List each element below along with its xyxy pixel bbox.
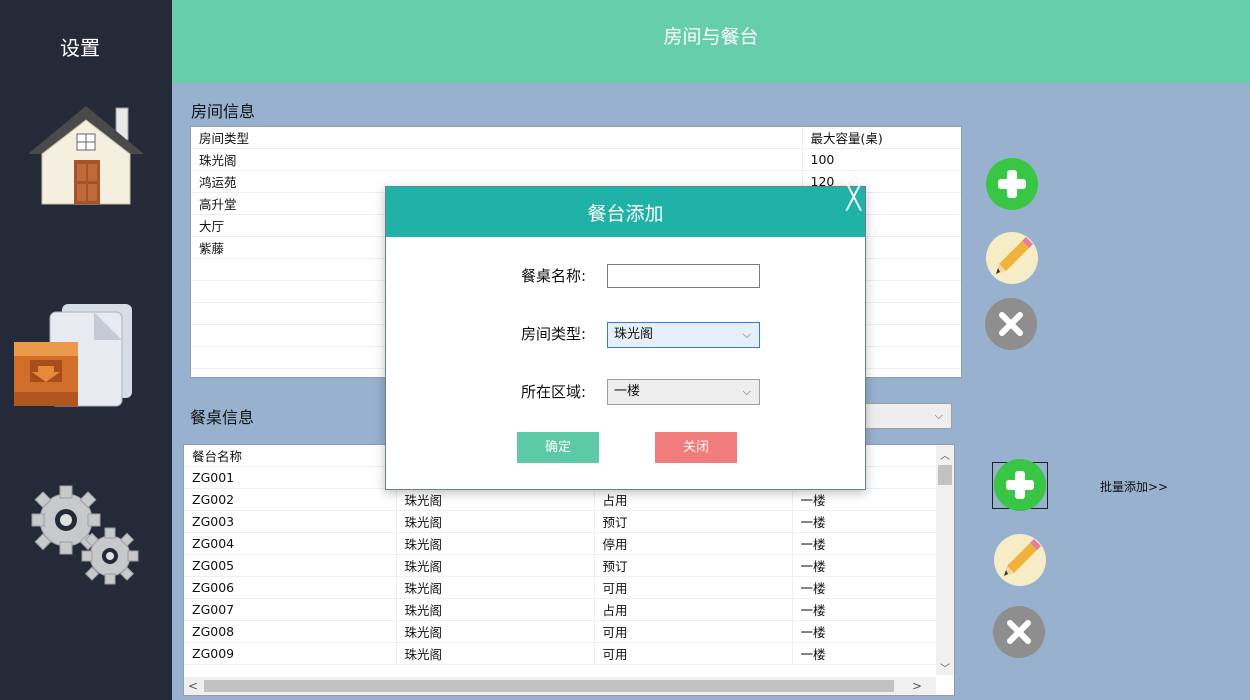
- status-cell[interactable]: 占用: [593, 488, 792, 511]
- edit-table-button[interactable]: [994, 534, 1046, 586]
- status-cell[interactable]: 预订: [593, 510, 792, 533]
- room-section-label: 房间信息: [191, 102, 256, 121]
- table-name-input[interactable]: [607, 264, 760, 288]
- close-button[interactable]: 关闭: [655, 432, 737, 463]
- room-cell[interactable]: 珠光阁: [395, 620, 594, 643]
- status-cell[interactable]: 可用: [593, 642, 792, 665]
- table-row[interactable]: ZG006 珠光阁 可用 一楼: [184, 576, 936, 599]
- table-name-cell[interactable]: ZG002: [184, 488, 396, 511]
- room-cell[interactable]: 珠光阁: [395, 510, 594, 533]
- room-cell[interactable]: 珠光阁: [395, 554, 594, 577]
- area-value: 一楼: [614, 384, 641, 399]
- add-table-button-frame[interactable]: [992, 459, 1048, 511]
- pencil-icon: [1004, 539, 1041, 576]
- confirm-button[interactable]: 确定: [517, 432, 599, 463]
- column-header[interactable]: 房间类型: [191, 127, 802, 149]
- vertical-scrollbar[interactable]: ︿ ﹀: [936, 445, 954, 675]
- table-row[interactable]: ZG003 珠光阁 预订 一楼: [184, 510, 936, 533]
- scroll-thumb[interactable]: [204, 680, 894, 692]
- status-cell[interactable]: 占用: [593, 598, 792, 621]
- room-cell[interactable]: 珠光阁: [395, 488, 594, 511]
- close-icon: [1007, 620, 1031, 644]
- room-cell[interactable]: 珠光阁: [395, 642, 594, 665]
- delete-table-button[interactable]: [993, 606, 1045, 658]
- column-header[interactable]: 最大容量(桌): [801, 127, 961, 149]
- area-cell[interactable]: 一楼: [791, 532, 936, 555]
- scroll-left-icon[interactable]: <: [188, 677, 198, 695]
- status-cell[interactable]: 预订: [593, 554, 792, 577]
- table-name-cell[interactable]: ZG004: [184, 532, 396, 555]
- area-label: 所在区域:: [520, 383, 586, 401]
- area-cell[interactable]: 一楼: [791, 510, 936, 533]
- capacity-cell[interactable]: 100: [801, 148, 961, 171]
- table-name-cell[interactable]: ZG007: [184, 598, 396, 621]
- room-cell[interactable]: 珠光阁: [395, 598, 594, 621]
- dialog-close-icon[interactable]: ╳: [847, 183, 861, 211]
- gears-icon[interactable]: [22, 484, 146, 588]
- table-row[interactable]: 珠光阁 100: [191, 148, 961, 171]
- edit-room-button[interactable]: [986, 232, 1038, 284]
- chevron-down-icon: ⌵: [742, 328, 751, 341]
- room-type-value: 珠光阁: [614, 327, 654, 342]
- table-section-label: 餐桌信息: [190, 408, 255, 427]
- scroll-thumb[interactable]: [938, 465, 952, 485]
- table-name-cell[interactable]: ZG005: [184, 554, 396, 577]
- horizontal-scrollbar[interactable]: < >: [184, 677, 936, 695]
- pencil-icon: [996, 237, 1033, 274]
- delete-room-button[interactable]: [985, 298, 1037, 350]
- table-name-cell[interactable]: ZG003: [184, 510, 396, 533]
- close-icon: [999, 312, 1023, 336]
- add-table-dialog: 餐台添加 ╳ 餐桌名称: 房间类型: 珠光阁 ⌵ 所在区域: 一楼 ⌵ 确定 关…: [385, 183, 866, 490]
- header-bar: 房间与餐台: [172, 0, 1250, 83]
- table-name-cell[interactable]: ZG009: [184, 642, 396, 665]
- scroll-right-icon[interactable]: >: [912, 677, 922, 695]
- page-title: 房间与餐台: [663, 26, 759, 48]
- column-header[interactable]: 餐台名称: [184, 445, 396, 467]
- table-row[interactable]: ZG005 珠光阁 预订 一楼: [184, 554, 936, 577]
- area-cell[interactable]: 一楼: [791, 488, 936, 511]
- add-room-button[interactable]: [986, 158, 1038, 210]
- sidebar-title: 设置: [60, 36, 100, 60]
- scroll-down-icon[interactable]: ﹀: [936, 660, 954, 675]
- table-name-cell[interactable]: ZG008: [184, 620, 396, 643]
- house-icon[interactable]: [26, 104, 146, 206]
- table-row[interactable]: ZG007 珠光阁 占用 一楼: [184, 598, 936, 621]
- batch-add-link[interactable]: 批量添加>>: [1100, 478, 1168, 495]
- filter-select[interactable]: ⌵: [862, 403, 952, 429]
- area-cell[interactable]: 一楼: [791, 620, 936, 643]
- area-select[interactable]: 一楼 ⌵: [607, 379, 760, 405]
- chevron-down-icon: ⌵: [742, 385, 751, 398]
- area-cell[interactable]: 一楼: [791, 576, 936, 599]
- area-cell[interactable]: 一楼: [791, 642, 936, 665]
- status-cell[interactable]: 停用: [593, 532, 792, 555]
- scroll-up-icon[interactable]: ︿: [936, 447, 954, 462]
- table-row[interactable]: ZG008 珠光阁 可用 一楼: [184, 620, 936, 643]
- room-type-label: 房间类型:: [520, 325, 586, 343]
- area-cell[interactable]: 一楼: [791, 554, 936, 577]
- room-type-cell[interactable]: 珠光阁: [191, 148, 802, 171]
- dialog-header: 餐台添加 ╳: [386, 183, 865, 237]
- add-table-button[interactable]: [994, 459, 1046, 511]
- table-name-cell[interactable]: ZG001: [184, 466, 396, 489]
- sidebar: 设置: [0, 0, 172, 700]
- room-type-select[interactable]: 珠光阁 ⌵: [607, 322, 760, 348]
- status-cell[interactable]: 可用: [593, 576, 792, 599]
- table-header-row: 房间类型 最大容量(桌): [191, 127, 961, 149]
- dialog-title: 餐台添加: [587, 203, 664, 225]
- table-name-label: 餐桌名称:: [520, 267, 586, 285]
- room-cell[interactable]: 珠光阁: [395, 532, 594, 555]
- table-row[interactable]: ZG002 珠光阁 占用 一楼: [184, 488, 936, 511]
- chevron-down-icon: ⌵: [934, 409, 943, 422]
- table-name-cell[interactable]: ZG006: [184, 576, 396, 599]
- archive-icon[interactable]: [12, 302, 136, 410]
- table-row[interactable]: ZG009 珠光阁 可用 一楼: [184, 642, 936, 665]
- status-cell[interactable]: 可用: [593, 620, 792, 643]
- area-cell[interactable]: 一楼: [791, 598, 936, 621]
- room-cell[interactable]: 珠光阁: [395, 576, 594, 599]
- table-row[interactable]: ZG004 珠光阁 停用 一楼: [184, 532, 936, 555]
